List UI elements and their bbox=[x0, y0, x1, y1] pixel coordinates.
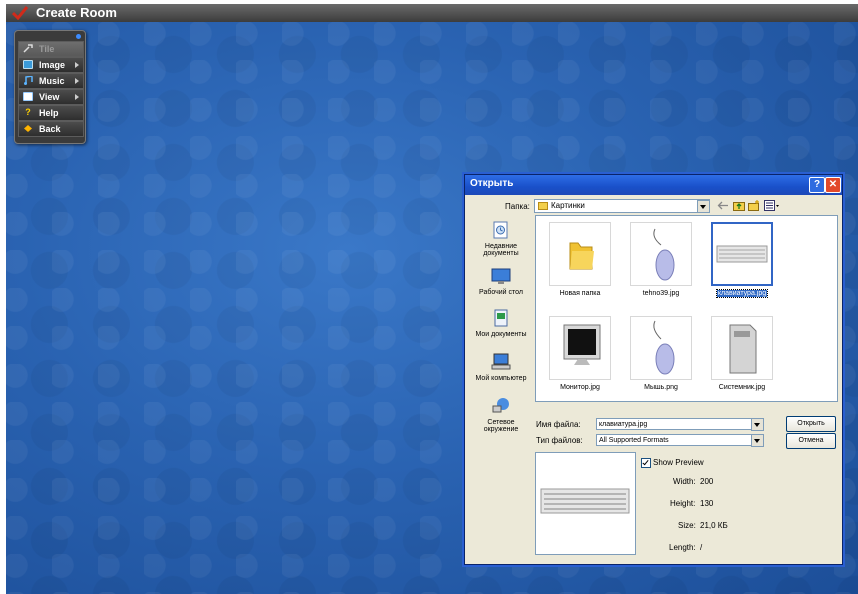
file-name: клавиатура.jpg bbox=[715, 289, 769, 298]
file-item[interactable]: Монитор.jpg bbox=[540, 316, 620, 391]
file-item[interactable]: Мышь.png bbox=[621, 316, 701, 391]
open-button[interactable]: Открыть bbox=[786, 416, 836, 432]
close-button[interactable]: ✕ bbox=[825, 177, 841, 193]
file-item-selected[interactable]: клавиатура.jpg bbox=[702, 222, 782, 298]
file-name: Системник.jpg bbox=[718, 384, 766, 391]
open-file-dialog: Открыть ? ✕ Папка: Картинки Недавние док… bbox=[464, 174, 843, 565]
lookin-dropdown-button[interactable] bbox=[697, 200, 710, 213]
filetype-label: Тип файлов: bbox=[536, 436, 583, 445]
keyboard-preview-image bbox=[540, 488, 630, 514]
folder-icon bbox=[549, 222, 611, 286]
music-icon bbox=[24, 76, 33, 85]
view-icon bbox=[23, 92, 33, 101]
place-label: Мой компьютер bbox=[475, 375, 527, 382]
network-icon bbox=[492, 398, 509, 413]
filetype-dropdown-button[interactable] bbox=[751, 434, 764, 447]
place-desktop[interactable]: Рабочий стол bbox=[470, 267, 532, 296]
menu-item-label: Back bbox=[39, 124, 61, 134]
help-icon: ? bbox=[25, 107, 31, 117]
computer-case-thumbnail bbox=[711, 316, 773, 380]
back-icon bbox=[24, 125, 32, 132]
menu-item-back[interactable]: Back bbox=[18, 121, 84, 137]
file-item[interactable]: Системник.jpg bbox=[702, 316, 782, 391]
app-titlebar: Create Room bbox=[6, 4, 858, 22]
preview-pane bbox=[535, 452, 636, 555]
place-label: Сетевое окружение bbox=[483, 419, 519, 433]
lookin-label: Папка: bbox=[505, 202, 530, 211]
file-item[interactable]: Новая папка bbox=[540, 222, 620, 297]
filetype-select[interactable]: All Supported Formats bbox=[596, 434, 762, 446]
file-name: tehno39.jpg bbox=[642, 290, 680, 297]
back-arrow-icon[interactable] bbox=[717, 200, 729, 211]
height-value: 130 bbox=[700, 499, 714, 508]
show-preview-checkbox[interactable] bbox=[641, 458, 651, 468]
file-item[interactable]: tehno39.jpg bbox=[621, 222, 701, 297]
dialog-title: Открыть bbox=[470, 178, 514, 189]
place-label: Рабочий стол bbox=[479, 289, 523, 296]
help-button[interactable]: ? bbox=[809, 177, 825, 193]
menu-item-view[interactable]: View bbox=[18, 89, 84, 105]
lookin-value: Картинки bbox=[551, 201, 585, 210]
recent-documents-icon bbox=[493, 221, 508, 239]
menu-indicator-icon bbox=[76, 34, 81, 39]
my-documents-icon bbox=[494, 309, 508, 327]
width-value: 200 bbox=[700, 477, 714, 486]
tool-menu: Tile Image Music View ? Help Back bbox=[14, 30, 86, 144]
tools-icon bbox=[23, 44, 33, 53]
monitor-thumbnail bbox=[549, 316, 611, 380]
menu-item-label: View bbox=[39, 92, 60, 102]
menu-item-label: Help bbox=[39, 108, 59, 118]
places-bar: Недавние документы Рабочий стол Мои доку… bbox=[470, 215, 532, 445]
file-name: Новая папка bbox=[559, 290, 601, 297]
lookin-select[interactable]: Картинки bbox=[534, 199, 710, 213]
submenu-arrow-icon bbox=[75, 94, 79, 100]
submenu-arrow-icon bbox=[75, 78, 79, 84]
length-label: Length: bbox=[669, 543, 696, 552]
menu-item-label: Image bbox=[39, 60, 66, 70]
mouse-thumbnail bbox=[630, 316, 692, 380]
place-label: Недавние документы bbox=[483, 243, 519, 257]
file-list: Новая папка tehno39.jpg клавиатура.jpg М… bbox=[535, 215, 838, 402]
file-name: Мышь.png bbox=[644, 384, 678, 391]
menu-item-label: Music bbox=[39, 76, 65, 86]
mouse-thumbnail bbox=[630, 222, 692, 286]
menu-item-help[interactable]: ? Help bbox=[18, 105, 84, 121]
keyboard-thumbnail bbox=[711, 222, 773, 286]
menu-item-image[interactable]: Image bbox=[18, 57, 84, 73]
place-my-documents[interactable]: Мои документы bbox=[470, 309, 532, 338]
menu-item-label: Tile bbox=[39, 44, 55, 54]
place-my-computer[interactable]: Мой компьютер bbox=[470, 353, 532, 382]
width-label: Width: bbox=[673, 477, 696, 486]
cancel-button[interactable]: Отмена bbox=[786, 433, 836, 449]
size-value: 21,0 КБ bbox=[700, 521, 728, 530]
folder-icon bbox=[538, 202, 548, 210]
place-recent-documents[interactable]: Недавние документы bbox=[470, 221, 532, 257]
checkmark-logo-icon bbox=[12, 6, 28, 20]
menu-item-tile[interactable]: Tile bbox=[18, 41, 84, 57]
menu-item-music[interactable]: Music bbox=[18, 73, 84, 89]
submenu-arrow-icon bbox=[75, 62, 79, 68]
filename-dropdown-button[interactable] bbox=[751, 418, 764, 431]
filename-label: Имя файла: bbox=[536, 420, 581, 429]
size-label: Size: bbox=[678, 521, 696, 530]
show-preview-label: Show Preview bbox=[653, 458, 704, 467]
view-menu-icon[interactable] bbox=[764, 200, 780, 211]
height-label: Height: bbox=[670, 499, 696, 508]
new-folder-icon[interactable] bbox=[748, 200, 760, 211]
up-folder-icon[interactable] bbox=[733, 200, 745, 211]
my-computer-icon bbox=[491, 353, 511, 370]
image-icon bbox=[23, 60, 33, 69]
place-label: Мои документы bbox=[475, 331, 527, 338]
file-name: Монитор.jpg bbox=[560, 384, 600, 391]
desktop-icon bbox=[491, 268, 511, 284]
place-network[interactable]: Сетевое окружение bbox=[470, 397, 532, 433]
dialog-titlebar: Открыть ? ✕ bbox=[465, 175, 842, 195]
filename-input[interactable]: клавиатура.jpg bbox=[596, 418, 762, 430]
app-title: Create Room bbox=[36, 5, 117, 20]
length-value: / bbox=[700, 543, 703, 552]
